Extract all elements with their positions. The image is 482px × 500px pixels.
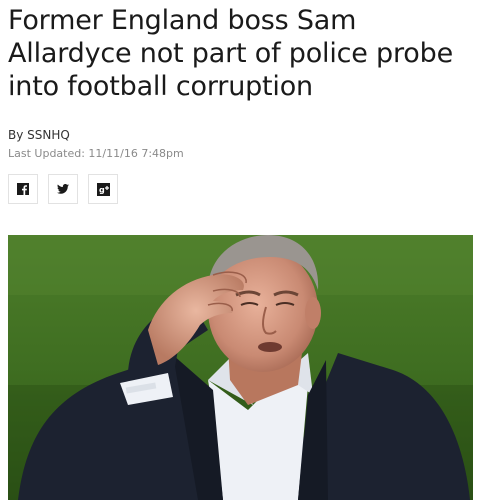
share-bar: g bbox=[8, 174, 118, 204]
last-updated-timestamp: Last Updated: 11/11/16 7:48pm bbox=[8, 147, 184, 160]
twitter-icon bbox=[57, 184, 69, 194]
google-plus-share-button[interactable]: g bbox=[88, 174, 118, 204]
google-plus-icon: g bbox=[96, 182, 110, 196]
twitter-share-button[interactable] bbox=[48, 174, 78, 204]
svg-text:g: g bbox=[99, 185, 105, 194]
article: Former England boss Sam Allardyce not pa… bbox=[0, 0, 482, 500]
article-photo bbox=[8, 235, 473, 500]
man-touching-forehead-photo bbox=[8, 235, 473, 500]
article-byline: By SSNHQ bbox=[8, 128, 70, 142]
facebook-icon bbox=[17, 183, 29, 195]
facebook-share-button[interactable] bbox=[8, 174, 38, 204]
article-headline: Former England boss Sam Allardyce not pa… bbox=[8, 5, 453, 102]
